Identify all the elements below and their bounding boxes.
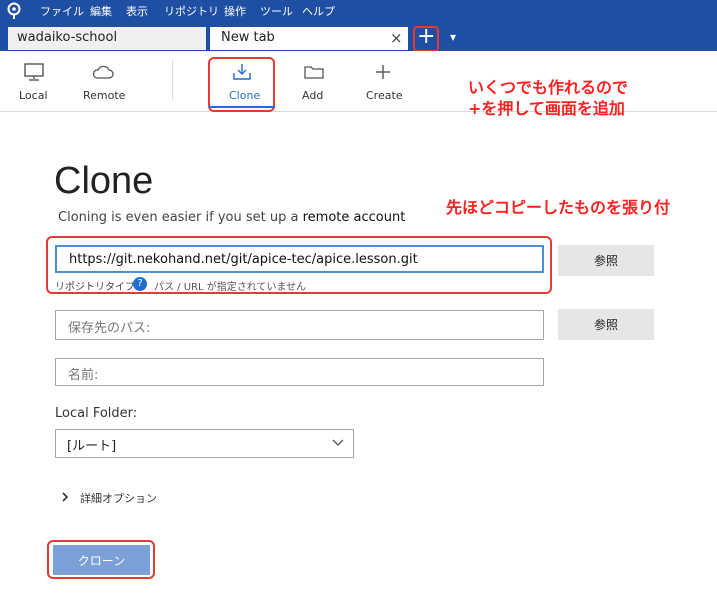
toolbar-add-button[interactable]: Add	[295, 60, 335, 106]
chevron-down-icon	[332, 439, 344, 446]
annotation-paste: 先ほどコピーしたものを張り付	[446, 198, 671, 217]
page-title: Clone	[54, 160, 154, 202]
source-url-input[interactable]: https://git.nekohand.net/git/apice-tec/a…	[55, 245, 544, 273]
toolbar-remote-button[interactable]: Remote	[80, 60, 126, 106]
destination-path-input[interactable]: 保存先のパス:	[55, 310, 544, 340]
subtitle-text: Cloning is even easier if you set up a	[58, 210, 303, 225]
repo-type-status: パス / URL が指定されていません	[154, 282, 307, 293]
clone-button[interactable]: クローン	[53, 545, 150, 575]
app-logo-icon	[7, 2, 21, 19]
active-tab-indicator	[209, 106, 275, 108]
download-icon	[233, 64, 251, 80]
browse-source-button[interactable]: 参照	[558, 245, 654, 276]
toolbar-create-button[interactable]: Create	[362, 60, 406, 106]
tab-label: New tab	[221, 30, 275, 45]
tab-label: wadaiko-school	[17, 30, 118, 45]
remote-account-link[interactable]: remote account	[303, 210, 406, 225]
clone-subtitle: Cloning is even easier if you set up a r…	[58, 210, 405, 225]
cloud-icon	[92, 65, 114, 79]
name-input[interactable]: 名前:	[55, 358, 544, 386]
tab-new-tab[interactable]: New tab	[210, 27, 408, 50]
local-folder-value: [ルート]	[67, 439, 117, 454]
advanced-options-label: 詳細オプション	[80, 492, 157, 505]
chevron-right-icon	[62, 492, 69, 502]
toolbar-divider	[172, 60, 173, 100]
menu-edit[interactable]: 編集	[90, 3, 112, 19]
help-icon[interactable]: ?	[133, 277, 147, 291]
menu-help[interactable]: ヘルプ	[302, 3, 335, 19]
name-placeholder: 名前:	[68, 368, 99, 383]
browse-destination-button[interactable]: 参照	[558, 309, 654, 340]
toolbar-local-button[interactable]: Local	[14, 60, 54, 106]
tab-close-icon[interactable]: ×	[390, 29, 403, 47]
folder-icon	[304, 66, 324, 79]
annotation-tab-line2: +を押して画面を追加	[468, 99, 625, 118]
toolbar-clone-label: Clone	[229, 89, 261, 102]
repo-type-label: リポジトリタイプ:	[55, 282, 139, 293]
plus-icon	[376, 65, 390, 79]
source-url-value: https://git.nekohand.net/git/apice-tec/a…	[69, 252, 418, 267]
tab-wadaiko-school[interactable]: wadaiko-school	[8, 27, 206, 50]
local-folder-select[interactable]: [ルート]	[55, 429, 354, 458]
add-tab-icon[interactable]: +	[417, 24, 435, 50]
menu-repository[interactable]: リポジトリ	[164, 3, 219, 19]
toolbar-clone-button[interactable]: Clone	[209, 60, 275, 108]
menu-tools[interactable]: ツール	[260, 3, 293, 19]
toolbar-add-label: Add	[302, 89, 324, 102]
menu-file[interactable]: ファイル	[40, 3, 84, 19]
menu-actions[interactable]: 操作	[224, 3, 246, 19]
destination-path-placeholder: 保存先のパス:	[68, 321, 151, 336]
toolbar-local-label: Local	[19, 89, 48, 102]
tab-dropdown-icon[interactable]: ▾	[450, 30, 456, 44]
local-folder-label: Local Folder:	[55, 406, 138, 421]
toolbar-create-label: Create	[366, 89, 403, 102]
menu-view[interactable]: 表示	[126, 3, 148, 19]
toolbar-remote-label: Remote	[83, 89, 126, 102]
monitor-icon	[24, 63, 44, 81]
